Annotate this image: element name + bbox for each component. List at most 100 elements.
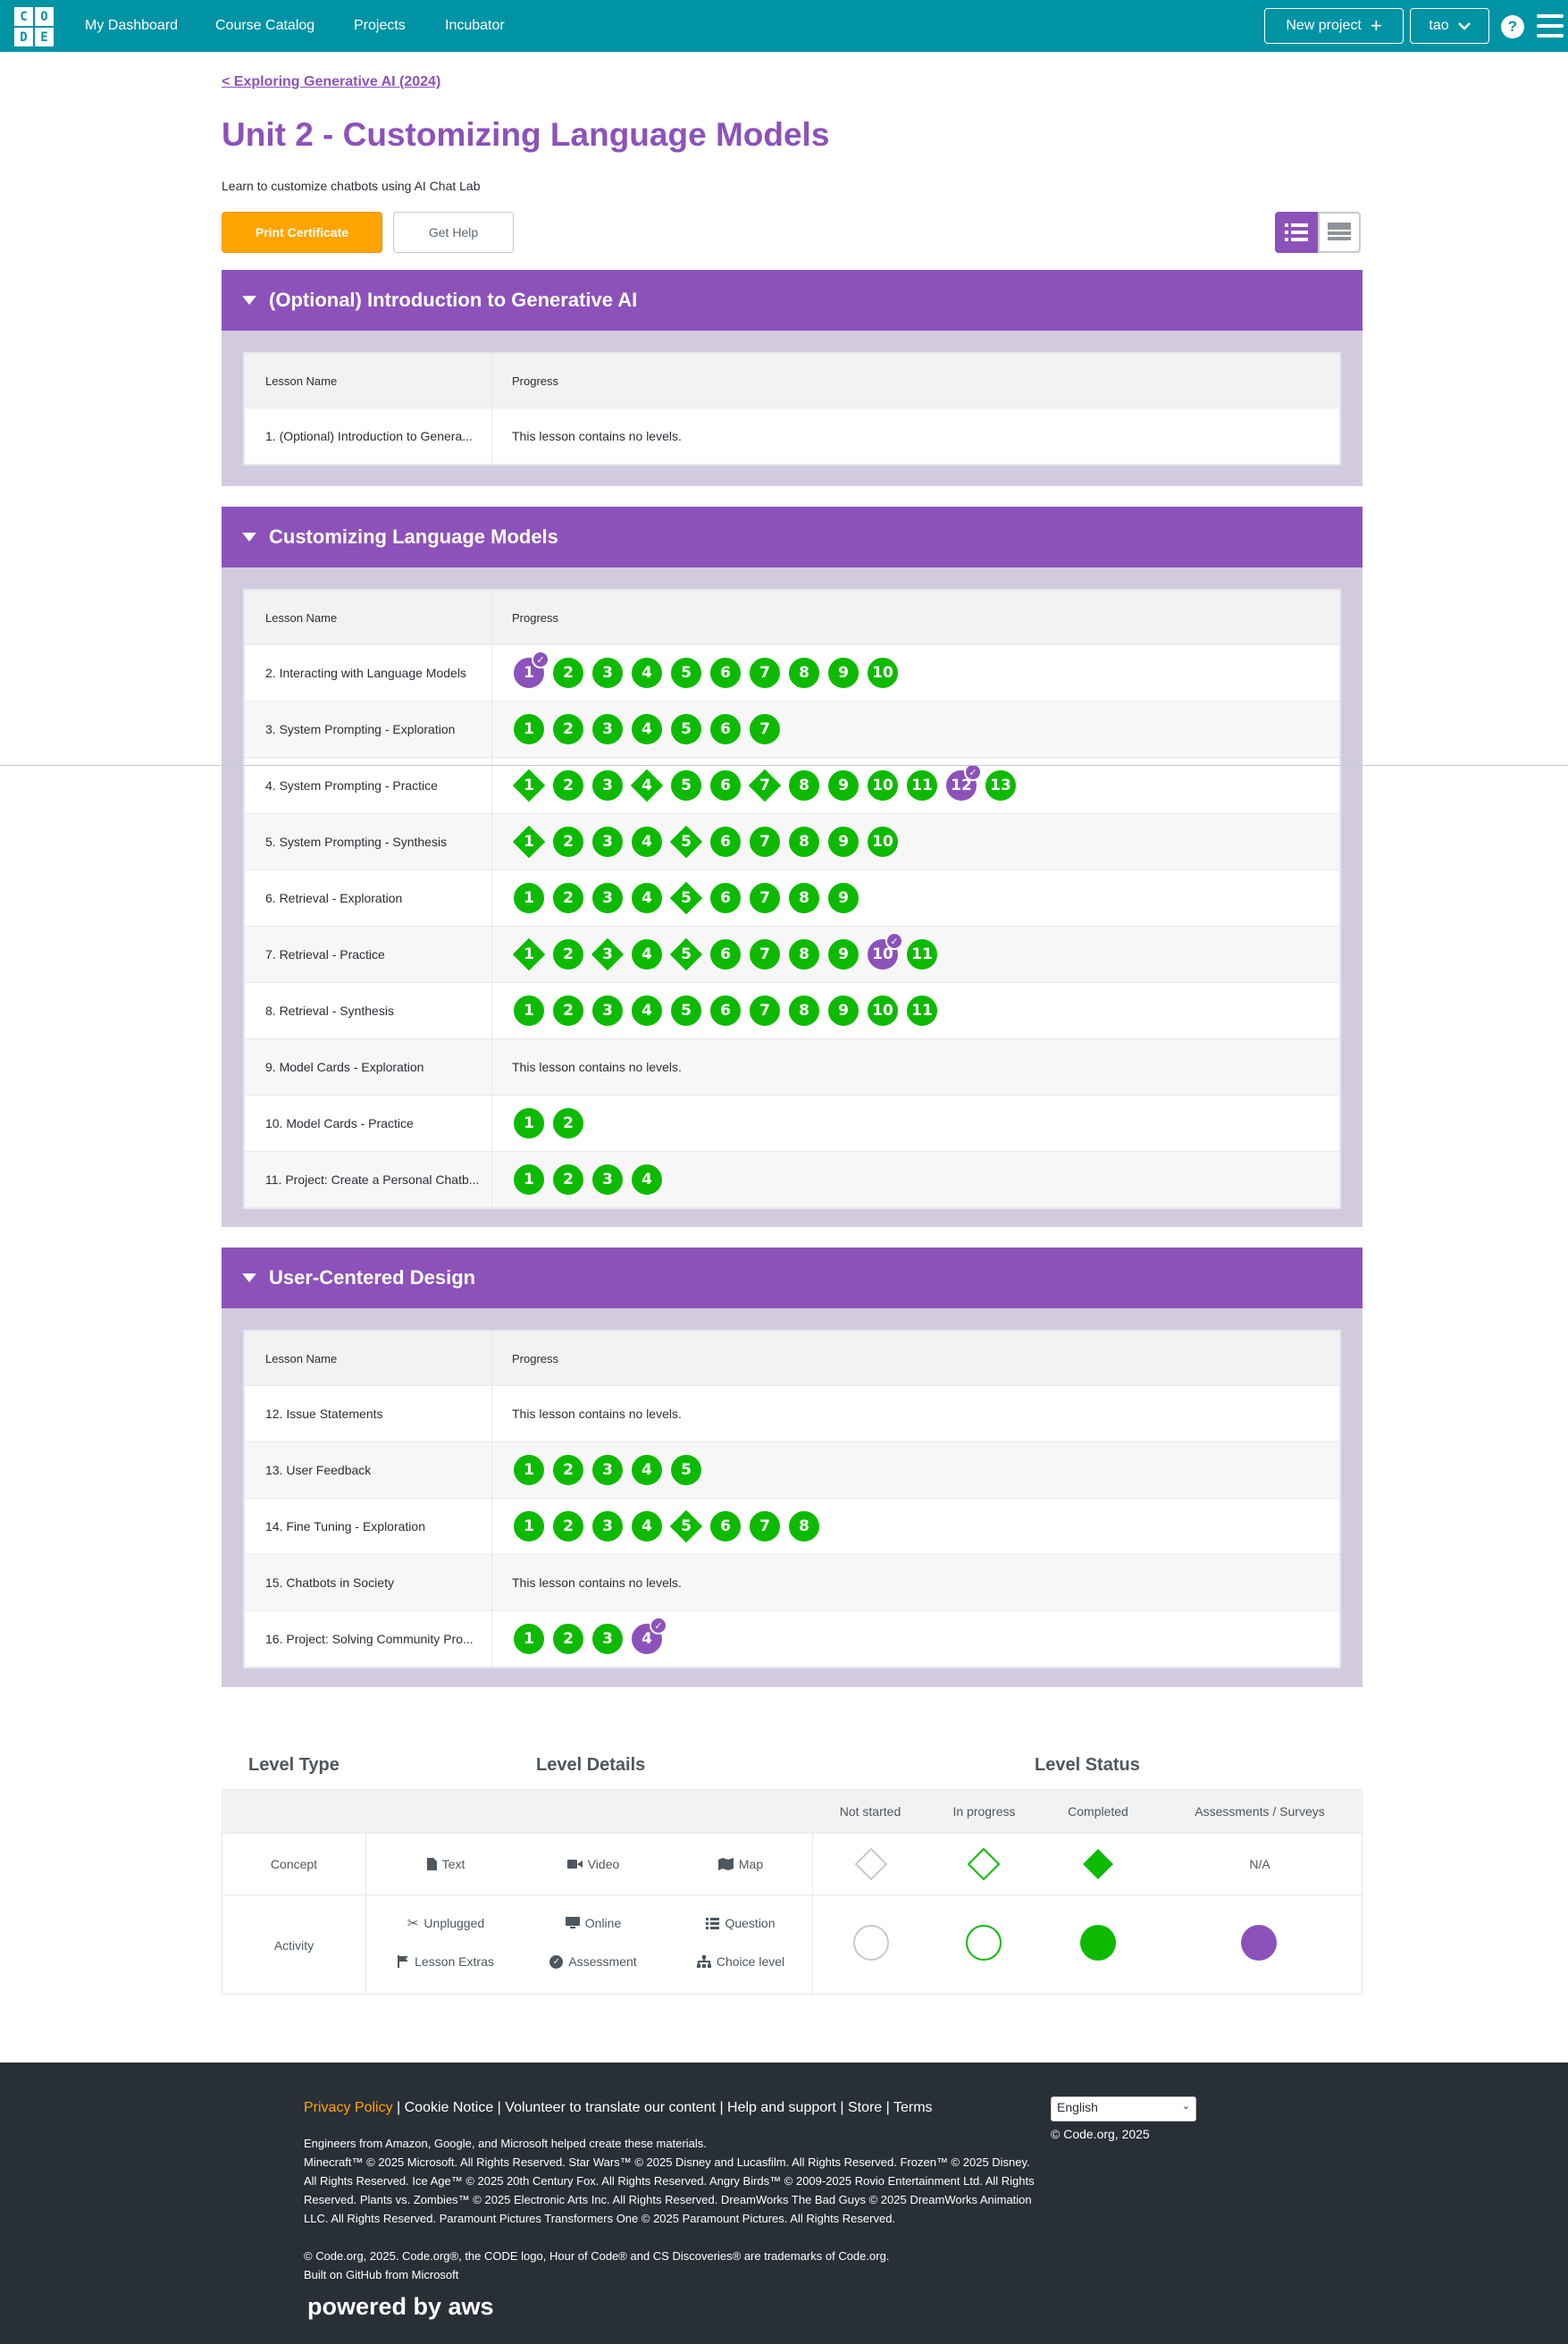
level-bubble[interactable]: 4 [630, 712, 664, 746]
lesson-name-link[interactable]: 15. Chatbots in Society [245, 1555, 492, 1610]
level-bubble[interactable]: 5 [669, 994, 703, 1028]
level-bubble[interactable]: 4 [630, 825, 664, 859]
level-bubble[interactable]: 1 [512, 1106, 546, 1140]
level-bubble[interactable]: 5 [669, 881, 703, 915]
level-bubble[interactable]: 6 [709, 1509, 742, 1543]
section-header[interactable]: (Optional) Introduction to Generative AI [222, 270, 1363, 331]
level-bubble[interactable]: 5 [669, 712, 703, 746]
level-bubble[interactable]: 1 [512, 1509, 546, 1543]
level-bubble[interactable]: 7 [748, 825, 782, 859]
level-bubble[interactable]: 5 [669, 656, 703, 690]
level-bubble[interactable]: 1 [512, 1163, 546, 1197]
lesson-name-link[interactable]: 10. Model Cards - Practice [245, 1096, 492, 1151]
level-bubble[interactable]: 2 [551, 1509, 585, 1543]
level-bubble[interactable]: 4 ✓ [630, 1617, 667, 1656]
nav-course-catalog[interactable]: Course Catalog [215, 0, 314, 52]
level-bubble[interactable]: 9 [826, 769, 860, 802]
user-menu-button[interactable]: tao [1410, 8, 1489, 44]
lesson-name-link[interactable]: 6. Retrieval - Exploration [245, 870, 492, 926]
level-bubble[interactable]: 5 [669, 1453, 703, 1487]
level-bubble[interactable]: 9 [826, 825, 860, 859]
level-bubble[interactable]: 8 [787, 656, 821, 690]
level-bubble[interactable]: 1 ✓ [512, 651, 549, 690]
print-certificate-button[interactable]: Print Certificate [222, 212, 382, 253]
level-bubble[interactable]: 3 [591, 881, 625, 915]
nav-projects[interactable]: Projects [354, 0, 406, 52]
lesson-name-link[interactable]: 1. (Optional) Introduction to Genera... [245, 408, 492, 464]
level-bubble[interactable]: 8 [787, 881, 821, 915]
level-bubble[interactable]: 5 [669, 1509, 703, 1543]
level-bubble[interactable]: 3 [591, 1453, 625, 1487]
level-bubble[interactable]: 10 [866, 656, 900, 690]
lesson-name-link[interactable]: 12. Issue Statements [245, 1386, 492, 1441]
level-bubble[interactable]: 3 [591, 825, 625, 859]
level-bubble[interactable]: 4 [630, 1453, 664, 1487]
lesson-name-link[interactable]: 13. User Feedback [245, 1442, 492, 1498]
footer-cookie-notice-link[interactable]: Cookie Notice [405, 2100, 494, 2115]
lesson-name-link[interactable]: 9. Model Cards - Exploration [245, 1039, 492, 1095]
level-bubble[interactable]: 2 [551, 881, 585, 915]
section-header[interactable]: User-Centered Design [222, 1248, 1363, 1308]
lesson-name-link[interactable]: 4. System Prompting - Practice [245, 758, 492, 813]
level-bubble[interactable]: 4 [630, 994, 664, 1028]
level-bubble[interactable]: 7 [748, 769, 782, 802]
level-bubble[interactable]: 1 [512, 1453, 546, 1487]
nav-my-dashboard[interactable]: My Dashboard [85, 0, 178, 52]
level-bubble[interactable]: 7 [748, 881, 782, 915]
level-bubble[interactable]: 8 [787, 937, 821, 971]
level-bubble[interactable]: 1 [512, 881, 546, 915]
level-bubble[interactable]: 3 [591, 937, 625, 971]
level-bubble[interactable]: 12 ✓ [944, 763, 982, 802]
level-bubble[interactable]: 4 [630, 1509, 664, 1543]
level-bubble[interactable]: 6 [709, 994, 742, 1028]
level-bubble[interactable]: 3 [591, 1622, 625, 1656]
level-bubble[interactable]: 7 [748, 937, 782, 971]
level-bubble[interactable]: 8 [787, 825, 821, 859]
level-bubble[interactable]: 11 [905, 937, 939, 971]
help-icon[interactable]: ? [1501, 15, 1524, 38]
level-bubble[interactable]: 4 [630, 769, 664, 802]
level-bubble[interactable]: 4 [630, 937, 664, 971]
level-bubble[interactable]: 7 [748, 994, 782, 1028]
level-bubble[interactable]: 9 [826, 881, 860, 915]
level-bubble[interactable]: 9 [826, 937, 860, 971]
level-bubble[interactable]: 11 [905, 769, 939, 802]
level-bubble[interactable]: 8 [787, 994, 821, 1028]
new-project-button[interactable]: New project + [1264, 8, 1404, 44]
nav-incubator[interactable]: Incubator [445, 0, 505, 52]
language-select[interactable]: English ⌄ [1051, 2096, 1196, 2121]
level-bubble[interactable]: 6 [709, 656, 742, 690]
footer-privacy-policy-link[interactable]: Privacy Policy [304, 2100, 393, 2115]
level-bubble[interactable]: 2 [551, 937, 585, 971]
level-bubble[interactable]: 6 [709, 881, 742, 915]
level-bubble[interactable]: 5 [669, 825, 703, 859]
lesson-name-link[interactable]: 5. System Prompting - Synthesis [245, 814, 492, 870]
level-bubble[interactable]: 10 [866, 769, 900, 802]
level-bubble[interactable]: 1 [512, 769, 546, 802]
level-bubble[interactable]: 10 [866, 825, 900, 859]
level-bubble[interactable]: 4 [630, 656, 664, 690]
level-bubble[interactable]: 7 [748, 1509, 782, 1543]
level-bubble[interactable]: 1 [512, 712, 546, 746]
level-bubble[interactable]: 3 [591, 712, 625, 746]
level-bubble[interactable]: 2 [551, 1163, 585, 1197]
level-bubble[interactable]: 8 [787, 1509, 821, 1543]
level-bubble[interactable]: 3 [591, 1163, 625, 1197]
level-bubble[interactable]: 2 [551, 712, 585, 746]
lesson-name-link[interactable]: 16. Project: Solving Community Pro... [245, 1611, 492, 1667]
level-bubble[interactable]: 6 [709, 712, 742, 746]
level-bubble[interactable]: 1 [512, 937, 546, 971]
level-bubble[interactable]: 3 [591, 656, 625, 690]
level-bubble[interactable]: 3 [591, 769, 625, 802]
hamburger-menu-icon[interactable] [1537, 14, 1564, 38]
level-bubble[interactable]: 6 [709, 825, 742, 859]
level-bubble[interactable]: 7 [748, 712, 782, 746]
level-bubble[interactable]: 11 [905, 994, 939, 1028]
level-bubble[interactable]: 9 [826, 994, 860, 1028]
detail-view-toggle[interactable] [1275, 212, 1318, 253]
footer-volunteer-link[interactable]: Volunteer to translate our content [505, 2100, 716, 2115]
level-bubble[interactable]: 2 [551, 769, 585, 802]
level-bubble[interactable]: 2 [551, 825, 585, 859]
level-bubble[interactable]: 3 [591, 1509, 625, 1543]
code-org-logo[interactable]: C O D E [14, 7, 54, 46]
